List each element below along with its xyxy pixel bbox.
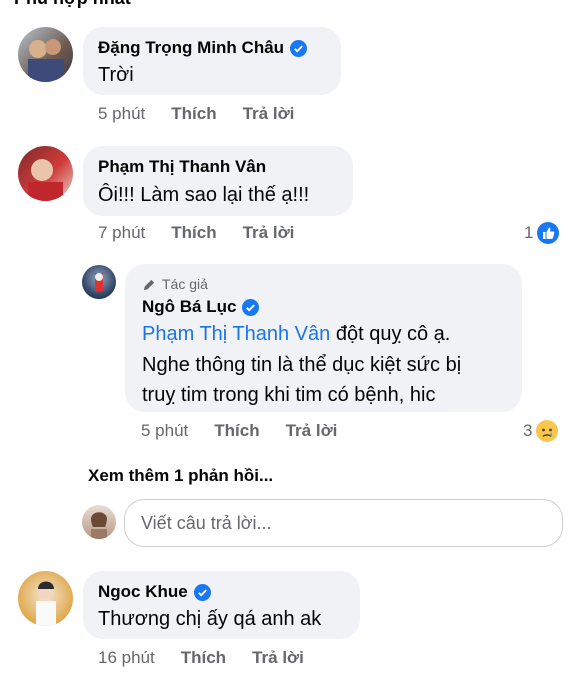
- commenter-name[interactable]: Ngô Bá Lục: [142, 297, 260, 317]
- commenter-name[interactable]: Ngoc Khue: [98, 582, 211, 602]
- reply-button[interactable]: Trả lời: [252, 648, 304, 668]
- avatar[interactable]: [18, 146, 73, 201]
- avatar-photo-icon: [95, 273, 103, 291]
- comment-bubble: Đặng Trọng Minh Châu Trời: [83, 27, 341, 95]
- verified-badge-icon: [290, 39, 308, 57]
- comment-actions: 5 phút Thích Trả lời: [98, 104, 294, 124]
- reply-button[interactable]: Trả lời: [286, 421, 338, 441]
- like-button[interactable]: Thích: [171, 223, 216, 243]
- comment-text: Trời: [98, 64, 134, 86]
- reply-input[interactable]: Viết câu trả lời...: [124, 499, 563, 547]
- like-reaction-icon: [537, 222, 560, 244]
- like-button[interactable]: Thích: [214, 421, 259, 441]
- reaction-count[interactable]: 1: [524, 222, 560, 244]
- commenter-name[interactable]: Đặng Trọng Minh Châu: [98, 38, 308, 58]
- avatar-photo-icon: [36, 581, 56, 626]
- verified-badge-icon: [242, 298, 260, 316]
- reply-bubble: Tác giả Ngô Bá Lục Phạm Thị Thanh Vân độ…: [125, 264, 522, 412]
- mention-link[interactable]: Phạm Thị Thanh Vân: [142, 323, 330, 345]
- avatar[interactable]: [18, 571, 73, 626]
- reply-text-segment: đột quỵ cô ạ.: [330, 323, 451, 345]
- author-badge: Tác giả: [142, 276, 208, 292]
- commenter-name[interactable]: Phạm Thị Thanh Vân: [98, 157, 266, 177]
- timestamp[interactable]: 16 phút: [98, 648, 155, 668]
- like-button[interactable]: Thích: [181, 648, 226, 668]
- comment-text: Thương chị ấy qá anh ak: [98, 608, 322, 630]
- reaction-number: 1: [524, 223, 534, 242]
- like-button[interactable]: Thích: [171, 104, 216, 124]
- reply-text-line1: Phạm Thị Thanh Vân đột quỵ cô ạ.: [142, 319, 450, 350]
- reply-input-placeholder: Viết câu trả lời...: [141, 513, 272, 533]
- comment-text: Ôi!!! Làm sao lại thế ạ!!!: [98, 184, 310, 206]
- reply-text-line3: truỵ tim trong khi tim có bệnh, hic: [142, 384, 436, 406]
- sad-reaction-icon: [536, 420, 559, 442]
- view-more-replies-link[interactable]: Xem thêm 1 phản hồi...: [88, 466, 273, 486]
- avatar-photo-icon: [28, 159, 63, 201]
- avatar: [82, 505, 116, 539]
- reaction-count[interactable]: 3: [523, 420, 559, 442]
- reply-button[interactable]: Trả lời: [243, 223, 295, 243]
- comment-actions: 5 phút Thích Trả lời: [141, 421, 337, 441]
- avatar[interactable]: [82, 265, 116, 299]
- sort-label[interactable]: Phù hợp nhất: [14, 0, 131, 9]
- reaction-number: 3: [523, 421, 533, 440]
- pencil-icon: [143, 279, 155, 290]
- reply-button[interactable]: Trả lời: [243, 104, 295, 124]
- timestamp[interactable]: 7 phút: [98, 223, 145, 243]
- avatar-photo-icon: [28, 39, 64, 82]
- avatar[interactable]: [18, 27, 73, 82]
- comment-bubble: Ngoc Khue Thương chị ấy qá anh ak: [83, 571, 360, 639]
- comment-bubble: Phạm Thị Thanh Vân Ôi!!! Làm sao lại thế…: [83, 146, 353, 216]
- comment-actions: 7 phút Thích Trả lời: [98, 223, 294, 243]
- timestamp[interactable]: 5 phút: [98, 104, 145, 124]
- comment-actions: 16 phút Thích Trả lời: [98, 648, 304, 668]
- reply-text-line2: Nghe thông tin là thể dục kiệt sức bị: [142, 354, 462, 376]
- avatar-photo-icon: [91, 512, 107, 539]
- timestamp[interactable]: 5 phút: [141, 421, 188, 441]
- verified-badge-icon: [193, 583, 211, 601]
